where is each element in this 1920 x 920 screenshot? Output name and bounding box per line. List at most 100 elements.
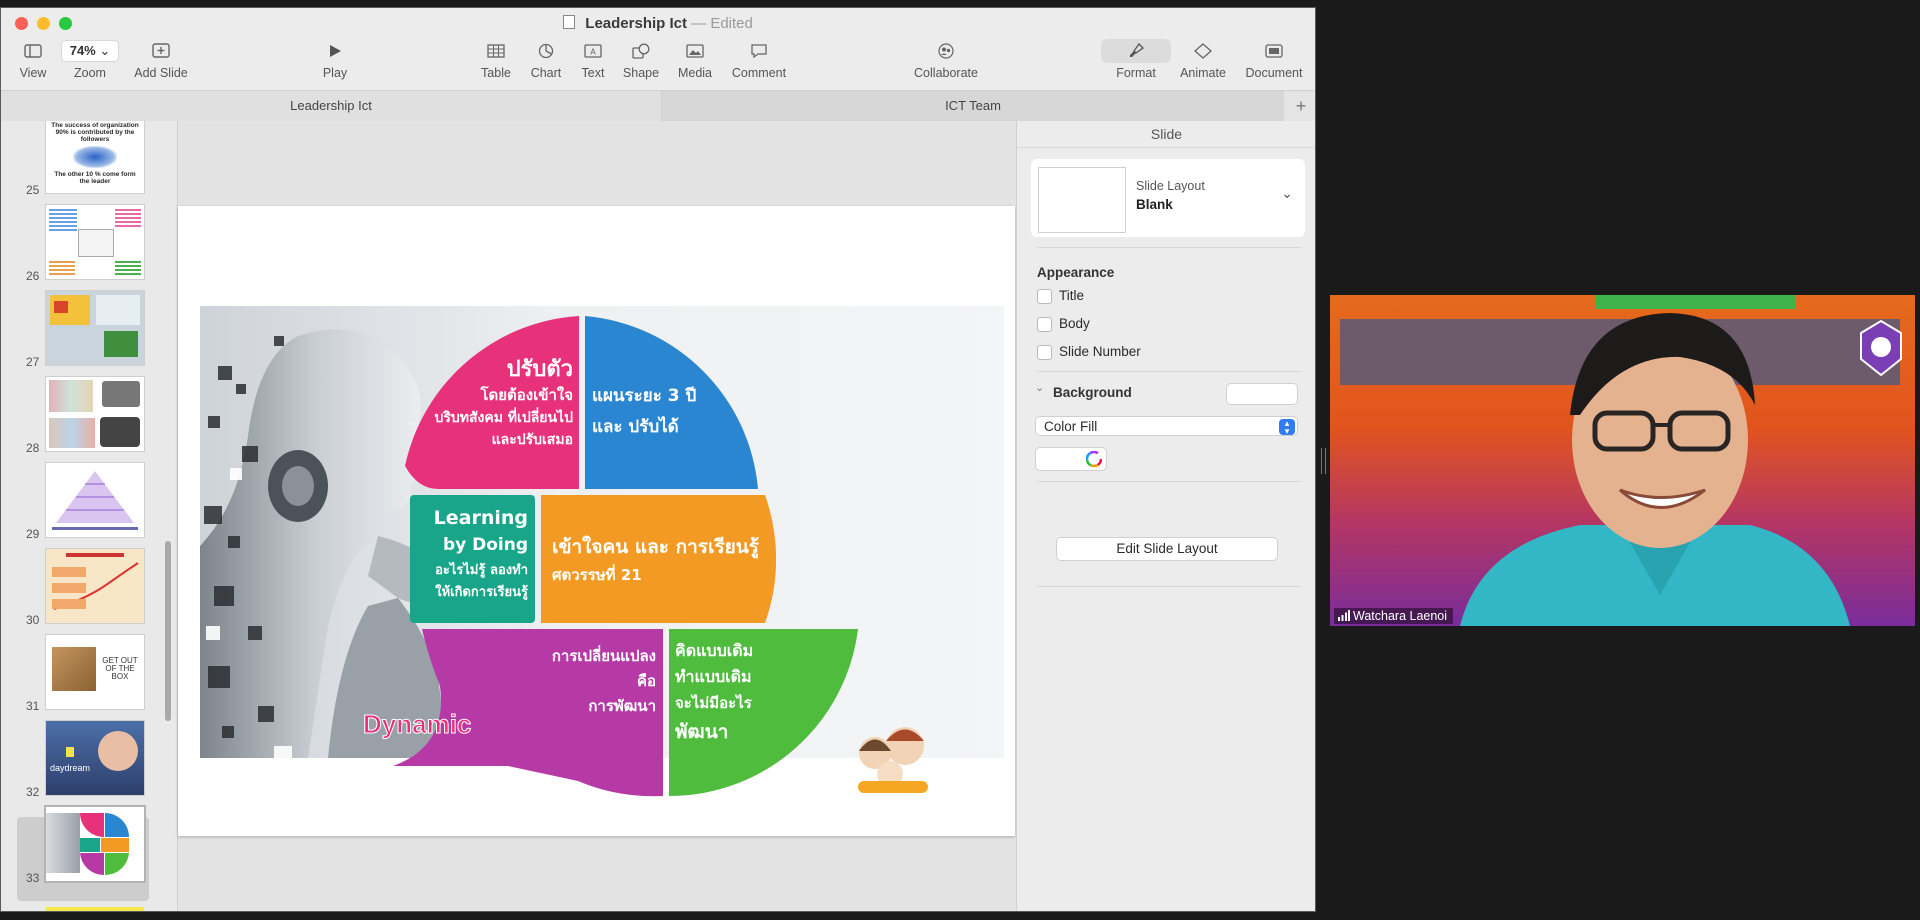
body-option-label: Body: [1059, 316, 1090, 331]
text-button[interactable]: A Text: [573, 38, 613, 80]
slide-thumbnail-33[interactable]: 33: [1, 801, 173, 887]
thumbnail-image: daydream: [46, 721, 144, 795]
slide-thumbnail-28[interactable]: 28: [1, 371, 173, 457]
title-option-label: Title: [1059, 288, 1085, 303]
document-label: Document: [1245, 66, 1303, 80]
popup-arrows-icon: ▴ ▾: [1279, 419, 1295, 436]
navigator-scrollbar[interactable]: [165, 541, 171, 721]
orange-line-1: เข้าใจคน และ การเรียนรู้: [552, 535, 760, 559]
background-heading: Background: [1053, 385, 1132, 400]
blue-line-2: และ ปรับได้: [592, 416, 679, 437]
animate-button[interactable]: Animate: [1173, 38, 1233, 80]
thumb-text-block: [49, 261, 75, 275]
fill-type-select[interactable]: Color Fill ▴ ▾: [1035, 416, 1298, 436]
layout-thumbnail: [1038, 167, 1126, 233]
participant-name: Watchara Laenoi: [1353, 609, 1448, 623]
window-title: Leadership Ict — Edited: [1, 15, 1315, 32]
comment-icon: [751, 44, 767, 59]
pink-line-1: ปรับตัว: [507, 357, 573, 382]
slide-number-checkbox[interactable]: [1037, 345, 1052, 360]
slide-thumbnail-34-partial[interactable]: [46, 907, 144, 911]
paintbrush-icon: [1130, 43, 1144, 57]
slide-number: 29: [26, 527, 40, 541]
collaborate-icon: [938, 43, 954, 59]
zoom-select[interactable]: 74% ⌄: [60, 40, 120, 62]
thumbnail-image: [46, 377, 144, 451]
tab-leadership-ict[interactable]: Leadership Ict: [1, 91, 662, 121]
add-slide-button[interactable]: Add Slide: [131, 38, 191, 80]
collaborate-button[interactable]: Collaborate: [909, 38, 983, 80]
tab-ict-team[interactable]: ICT Team: [662, 91, 1284, 121]
animate-label: Animate: [1180, 66, 1226, 80]
chart-button[interactable]: Chart: [526, 38, 566, 80]
dynamic-wordart: Dynamic: [363, 709, 471, 739]
purple-line-3: การพัฒนา: [588, 697, 656, 715]
thumb-sticky-note: [66, 747, 74, 757]
format-button[interactable]: Format: [1097, 38, 1175, 80]
green-line-4: พัฒนา: [675, 721, 728, 743]
add-slide-label: Add Slide: [134, 66, 188, 80]
split-resize-handle[interactable]: [1321, 448, 1326, 474]
zoom-control[interactable]: 74% ⌄ Zoom: [59, 38, 121, 80]
slide-number: 33: [26, 871, 40, 885]
tab-label: ICT Team: [945, 98, 1001, 113]
thumb-photo: [49, 418, 95, 448]
document-name: Leadership Ict: [585, 15, 687, 32]
slide-thumbnail-27[interactable]: 27: [1, 285, 173, 371]
edit-slide-layout-button[interactable]: Edit Slide Layout: [1056, 537, 1278, 561]
slide-thumbnail-26[interactable]: 26: [1, 199, 173, 285]
view-button[interactable]: View: [13, 38, 53, 80]
table-button[interactable]: Table: [476, 38, 516, 80]
slide-thumbnail-29[interactable]: 29: [1, 457, 173, 543]
pink-line-4: และปรับเสมอ: [492, 432, 573, 448]
thumb-photo: [96, 295, 140, 325]
comment-label: Comment: [731, 66, 787, 80]
slide-thumbnail-25[interactable]: The success of organization 90% is contr…: [1, 121, 173, 199]
participant-name-label: Watchara Laenoi: [1334, 608, 1454, 624]
shape-button[interactable]: Shape: [619, 38, 663, 80]
slide-number-option-label: Slide Number: [1059, 344, 1141, 359]
media-button[interactable]: Media: [673, 38, 717, 80]
new-tab-button[interactable]: +: [1286, 91, 1315, 121]
slide-thumbnail-32[interactable]: daydream 32: [1, 715, 173, 801]
thumb-photo: [102, 381, 140, 407]
title-checkbox[interactable]: [1037, 289, 1052, 304]
pink-line-3: บริบทสังคม ที่เปลี่ยนไป: [434, 407, 573, 426]
zoom-label: Zoom: [74, 66, 106, 80]
document-button[interactable]: Document: [1241, 38, 1307, 80]
slide-number: 32: [26, 785, 40, 799]
disclosure-chevron-icon[interactable]: ⌄: [1035, 381, 1044, 394]
background-color-well[interactable]: [1226, 383, 1298, 405]
view-label: View: [19, 66, 47, 80]
slide-thumbnail-30[interactable]: 30: [1, 543, 173, 629]
green-line-3: จะไม่มีอะไร: [675, 693, 753, 712]
comment-button[interactable]: Comment: [729, 38, 789, 80]
play-button[interactable]: Play: [315, 38, 355, 80]
table-icon: [487, 44, 505, 58]
slide-number: 25: [26, 183, 40, 197]
tab-label: Leadership Ict: [290, 98, 372, 113]
fill-color-well[interactable]: [1035, 447, 1107, 471]
body-checkbox[interactable]: [1037, 317, 1052, 332]
media-label: Media: [677, 66, 713, 80]
slide-thumbnail-31[interactable]: GET OUT OF THE BOX 31: [1, 629, 173, 715]
teal-line-1: Learning: [434, 507, 528, 529]
slide-number: 30: [26, 613, 40, 627]
slide-layout-label: Slide Layout: [1136, 179, 1205, 193]
current-slide[interactable]: ปรับตัว โดยต้องเข้าใจ บริบทสังคม ที่เปลี…: [178, 206, 1015, 836]
chart-label: Chart: [530, 66, 562, 80]
slide-navigator: The success of organization 90% is contr…: [1, 121, 178, 911]
cardboard-box-image: [52, 647, 96, 691]
chevron-down-icon: ⌄: [1281, 185, 1293, 201]
thumb-photo: [49, 380, 93, 412]
divider: [1037, 586, 1301, 587]
titlebar: Leadership Ict — Edited View 74% ⌄ Zoom …: [1, 8, 1315, 90]
text-icon: A: [584, 44, 602, 58]
thumbnail-image: [46, 807, 144, 881]
document-icon: [563, 15, 576, 29]
slide-layout-selector[interactable]: Slide Layout Blank ⌄: [1031, 159, 1305, 237]
face-photo: [98, 731, 138, 771]
plus-icon: +: [1295, 96, 1307, 116]
pyramid-diagram: [52, 471, 138, 530]
thumb-photo: [54, 301, 68, 313]
